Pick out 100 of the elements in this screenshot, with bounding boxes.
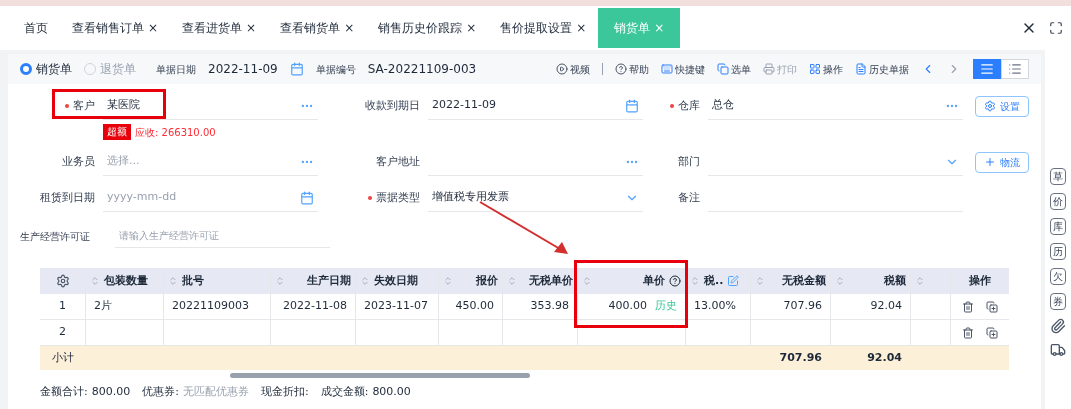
tab[interactable]: 首页: [12, 8, 60, 48]
fullscreen-icon[interactable]: [1049, 21, 1063, 35]
view-toggle[interactable]: [973, 59, 1001, 79]
form-field[interactable]: 增值税专用发票: [428, 184, 643, 212]
column-header[interactable]: 税额: [849, 272, 906, 290]
tab[interactable]: 售价提取设置 ×: [488, 8, 599, 48]
subtotal-cell-text: 707.96: [779, 349, 822, 366]
gear-icon: [984, 100, 996, 112]
tab[interactable]: 查看销售订单 ×: [60, 8, 171, 48]
radio-label: 退货单: [100, 61, 136, 78]
tab[interactable]: 查看进货单 ×: [170, 8, 269, 48]
date-value[interactable]: 2022-11-09: [208, 60, 278, 78]
side-rail-button[interactable]: 历: [1050, 243, 1066, 260]
table-cell: 2022-11-08: [283, 298, 347, 315]
column-header[interactable]: 批号: [182, 272, 204, 290]
side-rail-button[interactable]: 草: [1050, 168, 1066, 185]
required-icon: [65, 104, 69, 108]
row-number: 2: [58, 324, 67, 341]
toolbar-button[interactable]: 操作: [809, 61, 843, 77]
sort-icon[interactable]: [835, 276, 845, 286]
column-header[interactable]: 无税金额: [769, 272, 826, 290]
field-label: 客户: [73, 97, 95, 114]
duplicate-icon[interactable]: [986, 326, 998, 339]
form-field[interactable]: 总仓: [708, 92, 963, 120]
side-rail-button[interactable]: 券: [1050, 293, 1066, 310]
column-header[interactable]: 包装数量: [104, 272, 148, 290]
summary-label: 优惠券:: [142, 384, 179, 400]
summary-label: 金额合计:: [40, 384, 88, 400]
field-label: 单据日期: [156, 62, 196, 77]
sort-icon[interactable]: [360, 276, 370, 286]
field-label: 业务员: [62, 153, 95, 170]
tab-close[interactable]: ×: [344, 19, 355, 37]
duplicate-icon[interactable]: [986, 300, 998, 313]
side-rail-button[interactable]: 库: [1050, 218, 1066, 235]
table-cell: 353.98: [530, 298, 569, 315]
sort-icon[interactable]: [275, 276, 285, 286]
column-header[interactable]: 报价: [457, 272, 498, 290]
tab-close[interactable]: ×: [148, 19, 159, 37]
column-header: 操作: [969, 273, 991, 287]
field-label: 租赁到日期: [40, 189, 95, 206]
delete-icon[interactable]: [962, 300, 974, 313]
field-label: 单据编号: [315, 62, 356, 77]
form-field[interactable]: 某医院: [103, 92, 318, 120]
tab[interactable]: 销售历史价跟踪 ×: [366, 8, 489, 48]
toolbar-button[interactable]: 历史单据: [855, 61, 909, 77]
radio-button[interactable]: [20, 63, 32, 75]
side-button[interactable]: 设置: [975, 95, 1029, 117]
calendar-icon[interactable]: [300, 190, 314, 205]
document-icon: [855, 63, 867, 75]
table-cell: 400.00: [608, 298, 647, 315]
row-number: 1: [58, 298, 67, 315]
calendar-icon[interactable]: [625, 98, 639, 113]
side-button[interactable]: 物流: [975, 151, 1029, 173]
sort-icon[interactable]: [168, 276, 178, 286]
toolbar-button[interactable]: 选单: [717, 61, 751, 77]
sort-icon[interactable]: [443, 276, 453, 286]
column-header[interactable]: 失效日期: [374, 272, 418, 290]
summary-value: 无匹配优惠券: [182, 384, 249, 400]
radio-label: 销货单: [36, 61, 72, 78]
side-rail-button[interactable]: 价: [1050, 193, 1066, 210]
copy-icon: [717, 63, 729, 75]
delete-icon[interactable]: [962, 326, 974, 339]
column-header[interactable]: 无税单价: [521, 272, 573, 290]
tab-close[interactable]: ×: [576, 19, 587, 37]
sort-icon[interactable]: [915, 276, 925, 286]
field-label: 生产经营许可证: [20, 229, 91, 244]
field-label: 收款到期日: [365, 97, 420, 114]
toolbar-button[interactable]: 快捷键: [661, 61, 705, 77]
tab[interactable]: 查看销货单 ×: [268, 8, 367, 48]
table-cell: 20221109003: [172, 298, 249, 315]
toolbar-button[interactable]: 帮助: [615, 61, 649, 77]
table-cell: 92.04: [870, 298, 902, 315]
sort-icon[interactable]: [507, 276, 517, 286]
help-icon[interactable]: [669, 275, 681, 287]
calendar-icon[interactable]: [289, 62, 304, 76]
subtotal-label: 小计: [50, 349, 75, 366]
truck-icon[interactable]: [1050, 342, 1066, 358]
toolbar-button[interactable]: 视频: [556, 61, 590, 77]
sort-icon[interactable]: [755, 276, 765, 286]
column-header[interactable]: 生产日期: [289, 272, 351, 290]
sort-icon[interactable]: [690, 276, 700, 286]
subtotal-cell-text: 92.04: [867, 349, 902, 366]
column-header[interactable]: 税..: [704, 272, 724, 290]
required-icon: [368, 196, 372, 200]
column-header[interactable]: 单价: [596, 272, 665, 290]
edit-icon[interactable]: [727, 275, 740, 287]
form-field[interactable]: 2022-11-09: [428, 92, 643, 120]
horizontal-scrollbar[interactable]: [230, 372, 530, 378]
required-icon: [670, 104, 674, 108]
paperclip-icon[interactable]: [1050, 318, 1066, 334]
field-label: 部门: [678, 153, 700, 170]
tab-close[interactable]: ×: [246, 19, 257, 37]
sort-icon[interactable]: [90, 276, 100, 286]
column-settings-icon[interactable]: [55, 274, 70, 288]
tab-close[interactable]: ×: [466, 19, 477, 37]
bill-number: SA-20221109-003: [367, 61, 477, 78]
sort-icon[interactable]: [582, 276, 592, 286]
field-placeholder: 选择...: [107, 153, 140, 170]
summary-label: 现金折扣:: [260, 384, 309, 400]
side-rail-button[interactable]: 欠: [1050, 268, 1066, 285]
